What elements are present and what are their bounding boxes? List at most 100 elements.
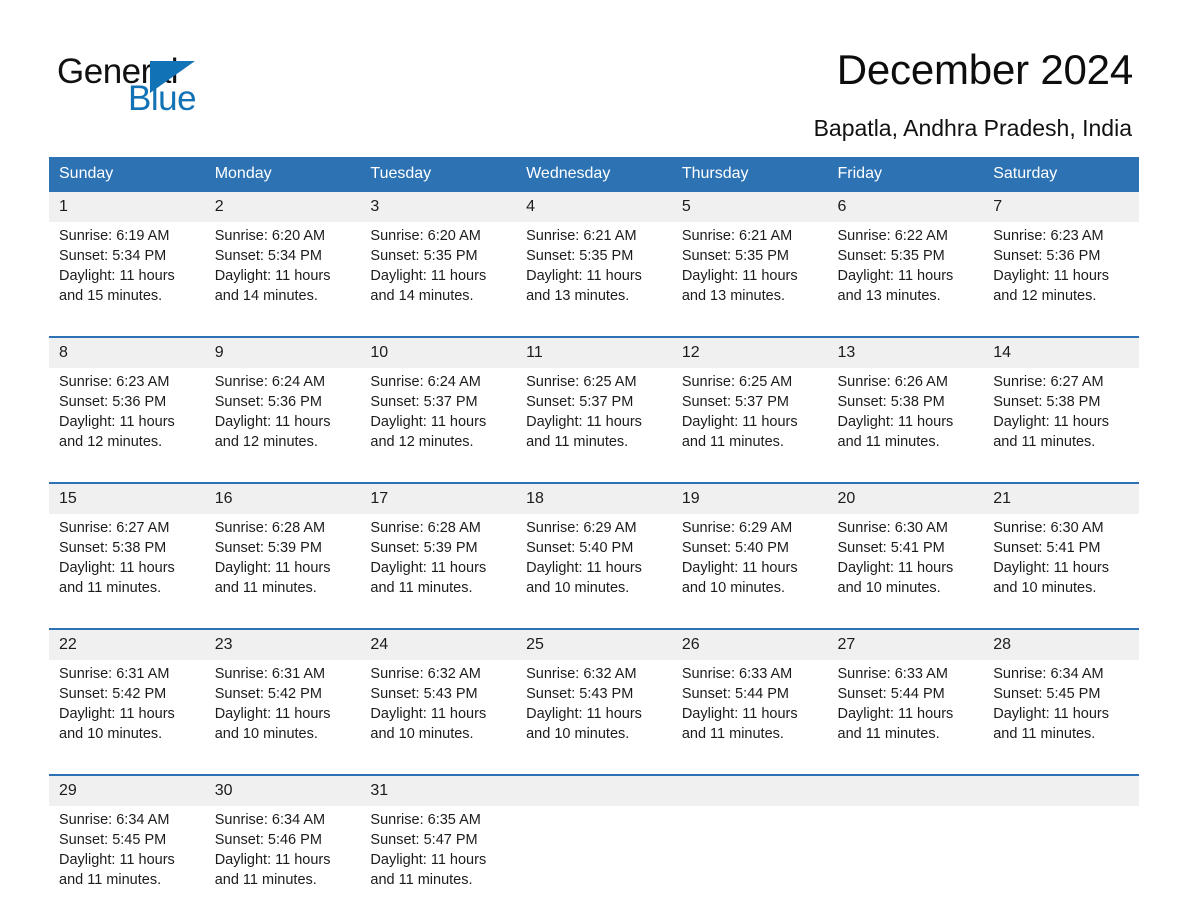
daylight-text-line2: and 12 minutes.	[370, 434, 474, 450]
sunrise-text: Sunrise: 6:32 AM	[526, 666, 637, 682]
calendar-table: Sunday Monday Tuesday Wednesday Thursday…	[49, 157, 1139, 920]
daylight-text-line2: and 11 minutes.	[993, 434, 1096, 450]
day-number[interactable]: 14	[983, 336, 1139, 368]
day-number[interactable]: 18	[516, 482, 672, 514]
day-number[interactable]: 30	[204, 774, 361, 806]
daylight-text-line2: and 10 minutes.	[526, 580, 630, 596]
day-cell[interactable]: Sunrise: 6:29 AM Sunset: 5:40 PM Dayligh…	[516, 514, 672, 629]
daylight-text-line1: Daylight: 11 hours	[370, 560, 487, 576]
sunrise-text: Sunrise: 6:21 AM	[526, 228, 637, 244]
day-number[interactable]: 20	[827, 482, 984, 514]
daylight-text-line2: and 11 minutes.	[59, 872, 162, 888]
day-number[interactable]: 27	[827, 628, 984, 660]
day-cell[interactable]: Sunrise: 6:25 AM Sunset: 5:37 PM Dayligh…	[516, 368, 672, 483]
day-number[interactable]: 22	[49, 628, 205, 660]
day-cell[interactable]: Sunrise: 6:32 AM Sunset: 5:43 PM Dayligh…	[516, 660, 672, 775]
day-cell[interactable]: Sunrise: 6:27 AM Sunset: 5:38 PM Dayligh…	[49, 514, 205, 629]
day-number[interactable]: 3	[360, 192, 517, 222]
calendar-header-row: Sunday Monday Tuesday Wednesday Thursday…	[49, 157, 1139, 192]
day-number[interactable]: 12	[671, 336, 828, 368]
sunrise-text: Sunrise: 6:25 AM	[526, 374, 637, 390]
day-cell[interactable]: Sunrise: 6:29 AM Sunset: 5:40 PM Dayligh…	[671, 514, 828, 629]
day-cell-empty	[671, 806, 828, 920]
sunset-text: Sunset: 5:43 PM	[526, 686, 634, 702]
daylight-text-line2: and 13 minutes.	[526, 288, 630, 304]
day-number[interactable]: 8	[49, 336, 205, 368]
day-number[interactable]: 5	[671, 192, 828, 222]
sunrise-text: Sunrise: 6:23 AM	[993, 228, 1104, 244]
sunset-text: Sunset: 5:37 PM	[370, 394, 478, 410]
logo-text-blue: Blue	[128, 79, 197, 118]
day-number[interactable]: 21	[983, 482, 1139, 514]
day-cell[interactable]: Sunrise: 6:34 AM Sunset: 5:45 PM Dayligh…	[49, 806, 205, 920]
week-daynumbers-row: 1 2 3 4 5 6 7	[49, 192, 1139, 222]
day-cell[interactable]: Sunrise: 6:21 AM Sunset: 5:35 PM Dayligh…	[516, 222, 672, 337]
daylight-text-line2: and 11 minutes.	[526, 434, 629, 450]
daylight-text-line1: Daylight: 11 hours	[993, 268, 1110, 284]
day-cell[interactable]: Sunrise: 6:19 AM Sunset: 5:34 PM Dayligh…	[49, 222, 205, 337]
day-cell[interactable]: Sunrise: 6:31 AM Sunset: 5:42 PM Dayligh…	[49, 660, 205, 775]
sunrise-text: Sunrise: 6:34 AM	[993, 666, 1104, 682]
day-cell[interactable]: Sunrise: 6:31 AM Sunset: 5:42 PM Dayligh…	[204, 660, 361, 775]
day-cell[interactable]: Sunrise: 6:23 AM Sunset: 5:36 PM Dayligh…	[983, 222, 1139, 337]
daylight-text-line1: Daylight: 11 hours	[526, 706, 642, 722]
day-number[interactable]: 6	[827, 192, 984, 222]
day-cell[interactable]: Sunrise: 6:22 AM Sunset: 5:35 PM Dayligh…	[827, 222, 984, 337]
week-daynumbers-row: 22 23 24 25 26 27 28	[49, 628, 1139, 660]
day-cell[interactable]: Sunrise: 6:26 AM Sunset: 5:38 PM Dayligh…	[827, 368, 984, 483]
day-number[interactable]: 23	[204, 628, 361, 660]
day-number[interactable]: 9	[204, 336, 361, 368]
day-number[interactable]: 28	[983, 628, 1139, 660]
day-cell[interactable]: Sunrise: 6:23 AM Sunset: 5:36 PM Dayligh…	[49, 368, 205, 483]
day-cell[interactable]: Sunrise: 6:28 AM Sunset: 5:39 PM Dayligh…	[360, 514, 517, 629]
sunrise-text: Sunrise: 6:32 AM	[370, 666, 481, 682]
sunset-text: Sunset: 5:35 PM	[526, 248, 634, 264]
day-number[interactable]: 16	[204, 482, 361, 514]
day-number[interactable]: 19	[671, 482, 828, 514]
weekday-header-monday: Monday	[204, 157, 361, 192]
day-cell[interactable]: Sunrise: 6:24 AM Sunset: 5:36 PM Dayligh…	[204, 368, 361, 483]
day-cell[interactable]: Sunrise: 6:24 AM Sunset: 5:37 PM Dayligh…	[360, 368, 517, 483]
daylight-text-line2: and 10 minutes.	[993, 580, 1097, 596]
sunset-text: Sunset: 5:34 PM	[59, 248, 167, 264]
sunrise-text: Sunrise: 6:25 AM	[681, 374, 793, 390]
day-cell[interactable]: Sunrise: 6:21 AM Sunset: 5:35 PM Dayligh…	[671, 222, 828, 337]
day-number[interactable]: 2	[204, 192, 361, 222]
day-number[interactable]: 17	[360, 482, 517, 514]
daylight-text-line2: and 10 minutes.	[214, 726, 318, 742]
sunset-text: Sunset: 5:34 PM	[214, 248, 322, 264]
day-cell[interactable]: Sunrise: 6:30 AM Sunset: 5:41 PM Dayligh…	[827, 514, 984, 629]
day-number[interactable]: 10	[360, 336, 517, 368]
sunset-text: Sunset: 5:44 PM	[837, 686, 945, 702]
day-number[interactable]: 13	[827, 336, 984, 368]
day-cell[interactable]: Sunrise: 6:33 AM Sunset: 5:44 PM Dayligh…	[671, 660, 828, 775]
day-number[interactable]: 31	[360, 774, 517, 806]
day-cell[interactable]: Sunrise: 6:28 AM Sunset: 5:39 PM Dayligh…	[204, 514, 361, 629]
day-number[interactable]: 29	[49, 774, 205, 806]
day-number[interactable]: 24	[360, 628, 517, 660]
daylight-text-line1: Daylight: 11 hours	[370, 268, 487, 284]
day-number[interactable]: 11	[516, 336, 672, 368]
day-number[interactable]: 1	[49, 192, 205, 222]
daylight-text-line2: and 11 minutes.	[214, 872, 317, 888]
week-details-row: Sunrise: 6:27 AM Sunset: 5:38 PM Dayligh…	[49, 514, 1139, 629]
sunrise-text: Sunrise: 6:31 AM	[59, 666, 170, 682]
daylight-text-line1: Daylight: 11 hours	[681, 560, 798, 576]
day-cell[interactable]: Sunrise: 6:30 AM Sunset: 5:41 PM Dayligh…	[983, 514, 1139, 629]
day-cell[interactable]: Sunrise: 6:20 AM Sunset: 5:35 PM Dayligh…	[360, 222, 517, 337]
day-cell[interactable]: Sunrise: 6:33 AM Sunset: 5:44 PM Dayligh…	[827, 660, 984, 775]
day-cell[interactable]: Sunrise: 6:27 AM Sunset: 5:38 PM Dayligh…	[983, 368, 1139, 483]
day-number[interactable]: 7	[983, 192, 1139, 222]
day-cell[interactable]: Sunrise: 6:20 AM Sunset: 5:34 PM Dayligh…	[204, 222, 361, 337]
day-number[interactable]: 26	[671, 628, 828, 660]
day-number[interactable]: 15	[49, 482, 205, 514]
daylight-text-line1: Daylight: 11 hours	[837, 414, 954, 430]
day-cell[interactable]: Sunrise: 6:32 AM Sunset: 5:43 PM Dayligh…	[360, 660, 517, 775]
day-cell[interactable]: Sunrise: 6:25 AM Sunset: 5:37 PM Dayligh…	[671, 368, 828, 483]
day-cell[interactable]: Sunrise: 6:34 AM Sunset: 5:45 PM Dayligh…	[983, 660, 1139, 775]
day-cell[interactable]: Sunrise: 6:34 AM Sunset: 5:46 PM Dayligh…	[204, 806, 361, 920]
day-cell[interactable]: Sunrise: 6:35 AM Sunset: 5:47 PM Dayligh…	[360, 806, 517, 920]
sunset-text: Sunset: 5:43 PM	[370, 686, 478, 702]
day-number[interactable]: 4	[516, 192, 672, 222]
day-number[interactable]: 25	[516, 628, 672, 660]
